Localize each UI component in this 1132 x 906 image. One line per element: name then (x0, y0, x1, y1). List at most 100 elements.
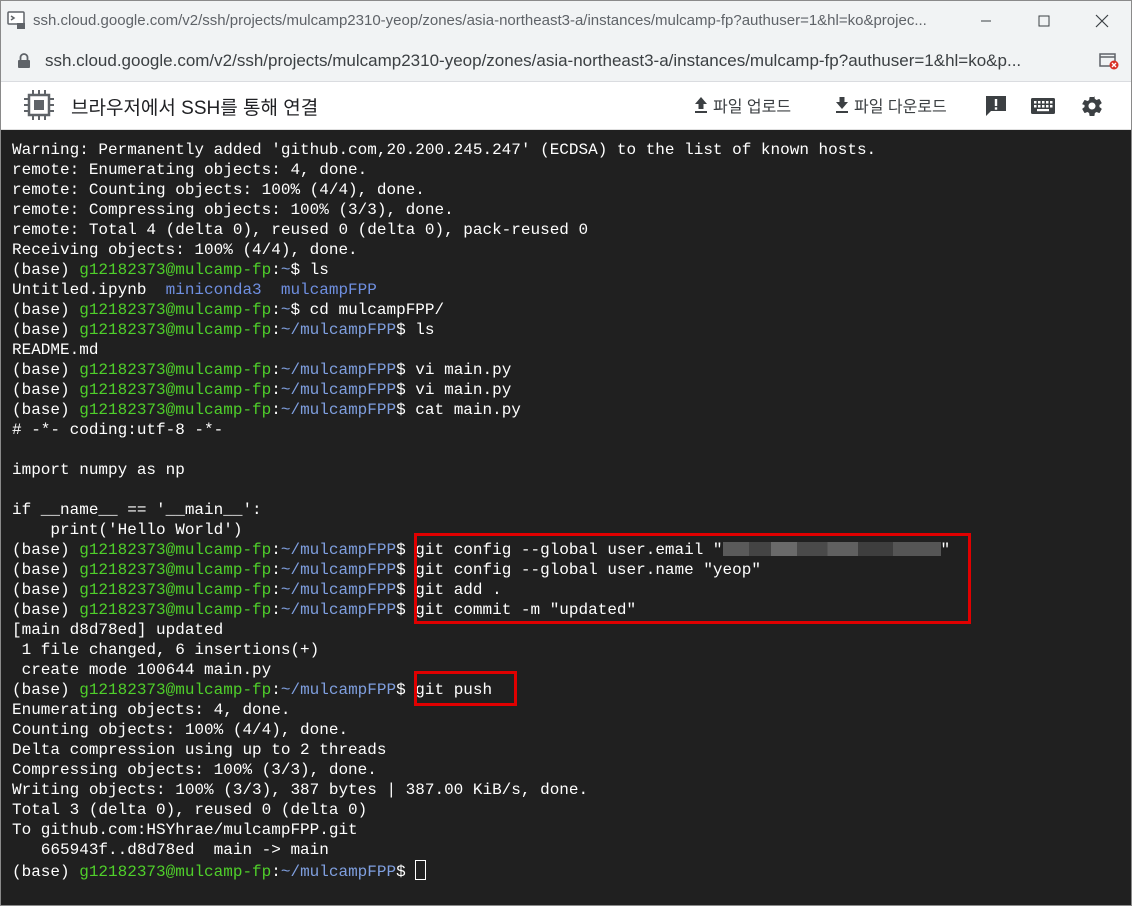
keyboard-icon[interactable] (1030, 94, 1056, 118)
maximize-button[interactable] (1015, 1, 1073, 41)
prompt-separator: : (271, 541, 281, 559)
prompt-env: (base) (12, 381, 80, 399)
prompt-env: (base) (12, 401, 80, 419)
output-text: remote: Compressing objects: 100% (3/3),… (12, 201, 454, 219)
prompt-symbol: $ (396, 581, 416, 599)
download-file-label: 파일 다운로드 (854, 99, 947, 116)
ls-gap (146, 281, 165, 299)
prompt-path: ~/mulcampFPP (280, 581, 397, 599)
prompt-path: ~/mulcampFPP (280, 601, 397, 619)
maximize-icon (1038, 15, 1050, 27)
prompt-user: g12182373@mulcamp-fp (79, 381, 272, 399)
prompt-user: g12182373@mulcamp-fp (79, 541, 272, 559)
output-text: Delta compression using up to 2 threads (12, 741, 387, 759)
terminal-output: Warning: Permanently added 'github.com,2… (12, 140, 950, 881)
terminal-line: (base) g12182373@mulcamp-fp:~$ ls (12, 260, 950, 280)
ssh-app-icon (7, 11, 25, 29)
prompt-symbol: $ (290, 301, 310, 319)
prompt-env: (base) (12, 863, 80, 881)
output-text: Warning: Permanently added 'github.com,2… (12, 141, 877, 159)
prompt-path: ~/mulcampFPP (280, 381, 397, 399)
output-text: Compressing objects: 100% (3/3), done. (12, 761, 377, 779)
prompt-env: (base) (12, 581, 80, 599)
ls-directory: mulcampFPP (280, 281, 377, 299)
output-text: Counting objects: 100% (4/4), done. (12, 721, 349, 739)
upload-file-button[interactable]: 파일 업로드 (693, 92, 791, 118)
prompt-user: g12182373@mulcamp-fp (79, 601, 272, 619)
command-text: vi main.py (415, 361, 512, 379)
terminal-line: (base) g12182373@mulcamp-fp:~$ cd mulcam… (12, 300, 950, 320)
terminal-line: (base) g12182373@mulcamp-fp:~/mulcampFPP… (12, 860, 950, 881)
lock-icon[interactable] (17, 53, 31, 69)
output-text: remote: Total 4 (delta 0), reused 0 (del… (12, 221, 589, 239)
terminal-line: remote: Total 4 (delta 0), reused 0 (del… (12, 220, 950, 240)
ssh-toolbar: 브라우저에서 SSH를 통해 연결 파일 업로드 파일 다운로드 (1, 82, 1131, 130)
output-text: Total 3 (delta 0), reused 0 (delta 0) (12, 801, 368, 819)
prompt-separator: : (271, 561, 281, 579)
address-bar: ssh.cloud.google.com/v2/ssh/projects/mul… (1, 41, 1131, 82)
close-button[interactable] (1073, 1, 1131, 41)
prompt-symbol: $ (396, 381, 416, 399)
terminal[interactable]: Warning: Permanently added 'github.com,2… (1, 130, 1131, 905)
terminal-line: (base) g12182373@mulcamp-fp:~/mulcampFPP… (12, 380, 950, 400)
terminal-line: import numpy as np (12, 460, 950, 480)
prompt-separator: : (271, 301, 281, 319)
output-text: remote: Enumerating objects: 4, done. (12, 161, 368, 179)
output-text: import numpy as np (12, 461, 185, 479)
prompt-separator: : (271, 601, 281, 619)
prompt-path: ~/mulcampFPP (280, 863, 397, 881)
prompt-path: ~/mulcampFPP (280, 401, 397, 419)
prompt-env: (base) (12, 361, 80, 379)
terminal-line: Counting objects: 100% (4/4), done. (12, 720, 950, 740)
prompt-symbol: $ (396, 321, 416, 339)
prompt-env: (base) (12, 261, 80, 279)
prompt-env: (base) (12, 541, 80, 559)
feedback-icon[interactable] (983, 94, 1009, 118)
settings-gear-icon[interactable] (1079, 94, 1105, 118)
url-text[interactable]: ssh.cloud.google.com/v2/ssh/projects/mul… (45, 51, 1085, 71)
prompt-path: ~/mulcampFPP (280, 561, 397, 579)
terminal-line: 1 file changed, 6 insertions(+) (12, 640, 950, 660)
prompt-user: g12182373@mulcamp-fp (79, 561, 272, 579)
prompt-path: ~/mulcampFPP (280, 321, 397, 339)
prompt-symbol: $ (396, 401, 416, 419)
command-text: ls (415, 321, 435, 339)
prompt-symbol: $ (396, 601, 416, 619)
output-text: To github.com:HSYhrae/mulcampFPP.git (12, 821, 358, 839)
prompt-user: g12182373@mulcamp-fp (79, 581, 272, 599)
prompt-separator: : (271, 681, 281, 699)
prompt-env: (base) (12, 321, 80, 339)
ls-file: Untitled.ipynb (12, 281, 147, 299)
prompt-user: g12182373@mulcamp-fp (79, 361, 272, 379)
terminal-line: Compressing objects: 100% (3/3), done. (12, 760, 950, 780)
command-text: cat main.py (415, 401, 521, 419)
site-settings-icon[interactable] (1099, 52, 1119, 70)
output-text: 1 file changed, 6 insertions(+) (12, 641, 320, 659)
prompt-separator: : (271, 361, 281, 379)
prompt-separator: : (271, 401, 281, 419)
minimize-button[interactable] (957, 1, 1015, 41)
terminal-line: Untitled.ipynb miniconda3 mulcampFPP (12, 280, 950, 300)
prompt-symbol: $ (396, 681, 416, 699)
terminal-line: Warning: Permanently added 'github.com,2… (12, 140, 950, 160)
output-text: [main d8d78ed] updated (12, 621, 224, 639)
command-text: ls (309, 261, 329, 279)
terminal-line: Total 3 (delta 0), reused 0 (delta 0) (12, 800, 950, 820)
terminal-cursor (415, 860, 427, 880)
output-text: # -*- coding:utf-8 -*- (12, 421, 224, 439)
terminal-line: Delta compression using up to 2 threads (12, 740, 950, 760)
download-icon (836, 97, 848, 113)
prompt-separator: : (271, 581, 281, 599)
prompt-separator: : (271, 321, 281, 339)
window-title: ssh.cloud.google.com/v2/ssh/projects/mul… (33, 12, 927, 29)
ls-gap (262, 281, 281, 299)
terminal-line: remote: Enumerating objects: 4, done. (12, 160, 950, 180)
terminal-line: # -*- coding:utf-8 -*- (12, 420, 950, 440)
prompt-separator: : (271, 863, 281, 881)
output-text: if __name__ == '__main__': (12, 501, 262, 519)
upload-file-label: 파일 업로드 (713, 99, 792, 116)
download-file-button[interactable]: 파일 다운로드 (834, 92, 947, 118)
output-text: Enumerating objects: 4, done. (12, 701, 291, 719)
